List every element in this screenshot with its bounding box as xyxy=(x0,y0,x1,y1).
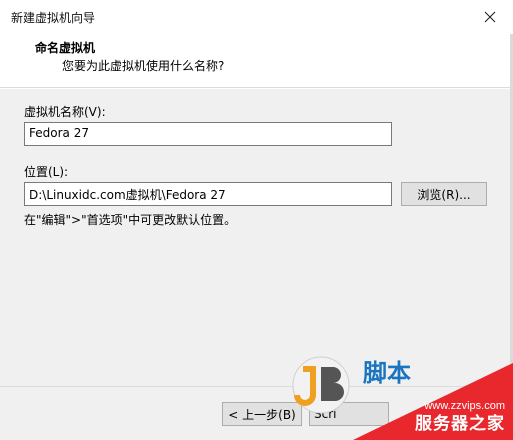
wizard-header: 命名虚拟机 您要为此虚拟机使用什么名称? xyxy=(0,34,513,88)
vm-name-label: 虚拟机名称(V): xyxy=(24,105,106,119)
footer-divider xyxy=(0,386,513,387)
close-icon xyxy=(484,11,496,23)
location-input[interactable]: D:\Linuxidc.com虚拟机\Fedora 27 xyxy=(24,182,392,206)
location-hint: 在"编辑">"首选项"中可更改默认位置。 xyxy=(24,213,237,227)
browse-button[interactable]: 浏览(R)... xyxy=(401,182,487,206)
vm-name-input[interactable]: Fedora 27 xyxy=(24,122,392,146)
watermark-cn: 脚本 xyxy=(363,359,411,387)
page-subtitle: 您要为此虚拟机使用什么名称? xyxy=(62,59,225,73)
close-button[interactable] xyxy=(467,0,513,34)
page-title: 命名虚拟机 xyxy=(35,41,96,55)
back-button[interactable]: < 上一步(B) xyxy=(222,402,302,426)
header-divider xyxy=(0,88,513,89)
window-title: 新建虚拟机向导 xyxy=(11,11,96,25)
watermark-url: www.zzvips.com xyxy=(424,400,505,412)
watermark-brand: 服务器之家 xyxy=(415,414,505,434)
next-button[interactable]: Scri xyxy=(309,402,389,426)
location-label: 位置(L): xyxy=(24,165,69,179)
title-bar: 新建虚拟机向导 xyxy=(0,0,513,34)
